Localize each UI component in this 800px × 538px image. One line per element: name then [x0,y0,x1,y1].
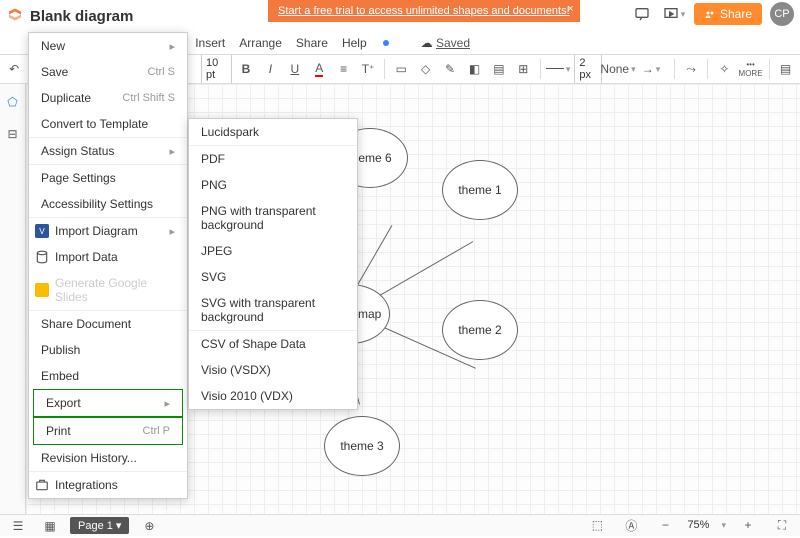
fill-button[interactable]: ▭ [391,57,411,81]
menu-share[interactable]: Share [296,36,328,50]
grid-view-icon[interactable]: ▦ [38,514,62,538]
menu-import-diagram[interactable]: VImport Diagram▸ [29,218,187,244]
menu-import-data[interactable]: Import Data [29,244,187,270]
menu-embed[interactable]: Embed [29,363,187,389]
text-size-button[interactable]: T⁺ [358,57,378,81]
menu-share-doc[interactable]: Share Document [29,311,187,337]
menu-integrations[interactable]: Integrations [29,472,187,498]
zoom-controls: ⬚ Ⓐ − 75%▾ + ⛶ [585,514,794,536]
export-svg-transparent[interactable]: SVG with transparent background [189,290,357,330]
zoom-level[interactable]: 75% [687,519,709,531]
connector-button[interactable]: ⤳ [681,57,701,81]
svg-text:V: V [39,227,45,236]
sidebar-toggle-button[interactable]: ▤ [775,57,795,81]
visio-icon: V [35,224,49,238]
comment-icon[interactable] [630,2,654,26]
node-theme1[interactable]: theme 1 [442,160,518,220]
left-rail: ⬠ ⊟ [0,84,26,514]
menu-google-slides: Generate Google Slides [29,270,187,310]
border-button[interactable]: ◇ [415,57,435,81]
export-csv[interactable]: CSV of Shape Data [189,331,357,357]
fullscreen-button[interactable]: ⛶ [770,513,794,537]
lock-button[interactable]: ⊞ [513,57,533,81]
menu-duplicate[interactable]: DuplicateCtrl Shift S [29,85,187,111]
list-view-icon[interactable]: ☰ [6,514,30,538]
slides-icon [35,283,49,297]
page-tab[interactable]: Page 1 ▾ [70,517,129,534]
arrow-end-button[interactable]: →▾ [634,57,668,81]
help-dot-icon [383,40,389,46]
export-vdx[interactable]: Visio 2010 (VDX) [189,383,357,409]
menu-help[interactable]: Help [342,36,367,50]
gradient-button[interactable]: ◧ [464,57,484,81]
export-lucidspark[interactable]: Lucidspark [189,119,357,145]
menu-assign-status[interactable]: Assign Status▸ [29,138,187,164]
menu-print[interactable]: PrintCtrl P [34,418,182,444]
menu-page-settings[interactable]: Page Settings [29,165,187,191]
line-style-button[interactable]: ▾ [546,57,570,81]
export-pdf[interactable]: PDF [189,146,357,172]
font-size-select[interactable]: 10 pt [201,54,232,84]
align-button[interactable]: ≡ [333,57,353,81]
add-page-button[interactable]: ⊕ [137,514,161,538]
close-icon[interactable]: × [567,3,573,15]
export-vsdx[interactable]: Visio (VSDX) [189,357,357,383]
text-color-button[interactable]: A [309,57,329,81]
menu-accessibility[interactable]: Accessibility Settings [29,191,187,217]
database-icon [35,250,49,264]
menu-insert[interactable]: Insert [195,36,225,50]
cloud-saved: ☁ Saved [421,36,470,50]
menu-revision-history[interactable]: Revision History... [29,445,187,471]
node-theme2[interactable]: theme 2 [442,300,518,360]
layers-icon[interactable]: ⬚ [585,513,609,537]
node-theme3[interactable]: theme 3 [324,416,400,476]
shadow-button[interactable]: ▤ [489,57,509,81]
menu-new[interactable]: New▸ [29,33,187,59]
menu-export[interactable]: Export▸ [34,390,182,416]
share-button[interactable]: Share [694,3,762,25]
shapes-tab-icon[interactable]: ⬠ [1,90,25,114]
undo-button[interactable]: ↶ [4,57,24,81]
bold-button[interactable]: B [236,57,256,81]
briefcase-icon [35,478,49,492]
export-submenu: Lucidspark PDF PNG PNG with transparent … [188,118,358,410]
file-menu: New▸ SaveCtrl S DuplicateCtrl Shift S Co… [28,32,188,499]
doc-title[interactable]: Blank diagram [30,8,133,25]
avatar[interactable]: CP [770,2,794,26]
menu-arrange[interactable]: Arrange [239,36,282,50]
trial-banner: Start a free trial to access unlimited s… [268,0,580,22]
export-jpeg[interactable]: JPEG [189,238,357,264]
present-icon[interactable]: ▾ [662,2,686,26]
line-color-button[interactable]: ✎ [440,57,460,81]
trial-link[interactable]: Start a free trial to access unlimited s… [278,5,570,17]
underline-button[interactable]: U [285,57,305,81]
magic-button[interactable]: ✧ [714,57,734,81]
export-svg[interactable]: SVG [189,264,357,290]
app-logo-icon [6,7,24,25]
zoom-in-button[interactable]: + [736,513,760,537]
arrow-start-button[interactable]: None▾ [606,57,630,81]
stroke-width-select[interactable]: 2 px [574,54,602,84]
menu-convert[interactable]: Convert to Template [29,111,187,137]
accessibility-icon[interactable]: Ⓐ [619,513,643,537]
italic-button[interactable]: I [260,57,280,81]
menu-save[interactable]: SaveCtrl S [29,59,187,85]
export-png-transparent[interactable]: PNG with transparent background [189,198,357,238]
data-tab-icon[interactable]: ⊟ [1,122,25,146]
menu-publish[interactable]: Publish [29,337,187,363]
zoom-out-button[interactable]: − [653,513,677,537]
more-button[interactable]: •••MORE [739,57,763,81]
export-png[interactable]: PNG [189,172,357,198]
